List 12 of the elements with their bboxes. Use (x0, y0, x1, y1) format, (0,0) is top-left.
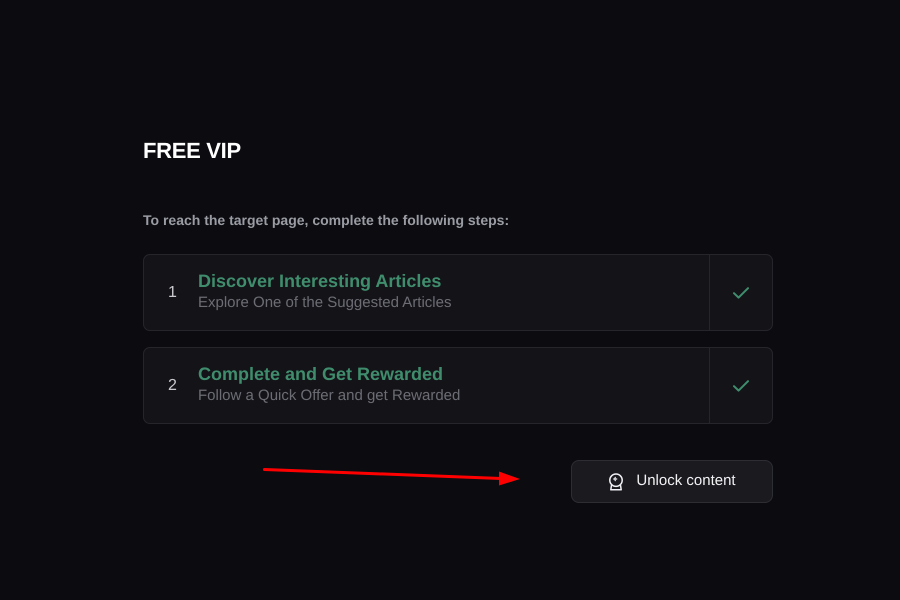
instructions-text: To reach the target page, complete the following steps: (143, 212, 510, 230)
page-title: FREE VIP (143, 138, 242, 164)
unlock-content-button[interactable]: Unlock content (571, 460, 773, 504)
check-icon (733, 380, 749, 392)
step-title: Complete and Get Rewarded (198, 364, 444, 386)
step-title: Discover Interesting Articles (198, 270, 442, 292)
step-description: Explore One of the Suggested Articles (198, 294, 452, 312)
step-number: 1 (168, 282, 177, 303)
step-number: 2 (168, 376, 177, 396)
check-icon (733, 286, 749, 299)
step-description: Follow a Quick Offer and get Rewarded (198, 387, 462, 406)
crystal-ball-icon (608, 472, 624, 491)
